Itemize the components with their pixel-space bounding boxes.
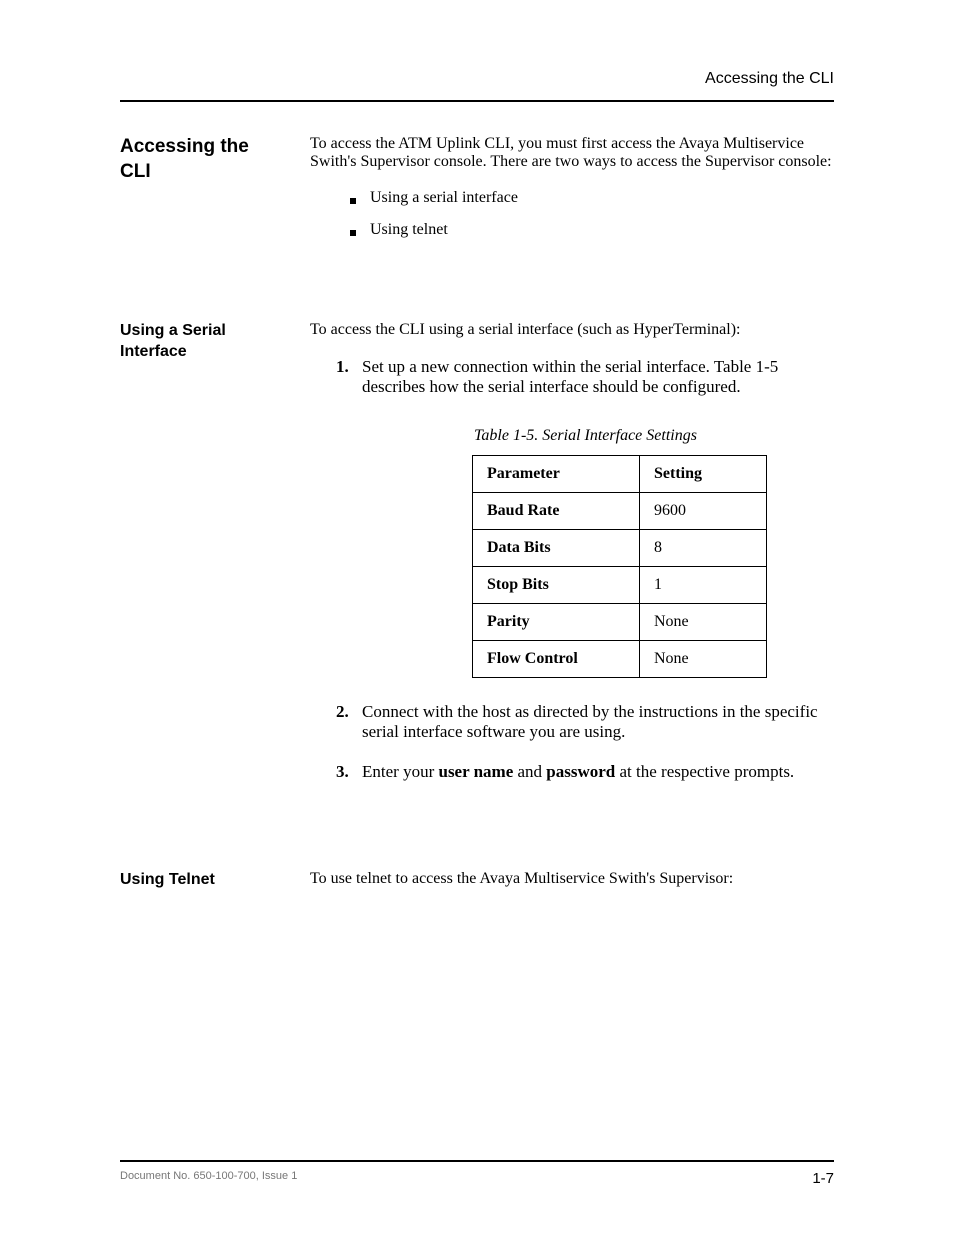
- step-text-part: at the respective prompts.: [615, 762, 794, 781]
- section-heading: Accessing the CLI: [120, 135, 280, 184]
- page-number: 1-7: [812, 1170, 834, 1187]
- section-serial-interface: Using a Serial Interface To access the C…: [120, 321, 834, 802]
- section-intro: To use telnet to access the Avaya Multis…: [310, 870, 834, 888]
- param-value: 9600: [640, 493, 767, 530]
- steps-list: Set up a new connection within the seria…: [310, 357, 834, 782]
- section-heading: Using a Serial Interface: [120, 321, 280, 363]
- step-text: Connect with the host as directed by the…: [362, 702, 818, 741]
- col-header-parameter: Parameter: [473, 456, 640, 493]
- access-methods-list: Using a serial interface Using telnet: [310, 189, 834, 239]
- table-header-row: Parameter Setting: [473, 456, 767, 493]
- section-accessing-cli: Accessing the CLI To access the ATM Upli…: [120, 135, 834, 253]
- param-name: Data Bits: [473, 530, 640, 567]
- table-row: Baud Rate 9600: [473, 493, 767, 530]
- list-item: Using a serial interface: [350, 189, 834, 207]
- header-rule: [120, 100, 834, 102]
- param-value: None: [640, 604, 767, 641]
- footer-rule: [120, 1160, 834, 1162]
- section-heading: Using Telnet: [120, 870, 280, 891]
- param-value: None: [640, 641, 767, 678]
- table-caption: Table 1-5. Serial Interface Settings: [474, 427, 834, 445]
- footer-doc-id: Document No. 650-100-700, Issue 1: [120, 1170, 297, 1182]
- step-item: Connect with the host as directed by the…: [336, 702, 834, 742]
- col-header-setting: Setting: [640, 456, 767, 493]
- section-intro: To access the CLI using a serial interfa…: [310, 321, 834, 339]
- table-row: Stop Bits 1: [473, 567, 767, 604]
- step-bold-password: password: [546, 762, 615, 781]
- param-name: Flow Control: [473, 641, 640, 678]
- step-text-part: Enter your: [362, 762, 438, 781]
- step-text: Set up a new connection within the seria…: [362, 357, 778, 396]
- param-value: 8: [640, 530, 767, 567]
- table-row: Flow Control None: [473, 641, 767, 678]
- step-item: Enter your user name and password at the…: [336, 762, 834, 782]
- section-intro: To access the ATM Uplink CLI, you must f…: [310, 135, 834, 171]
- table-row: Parity None: [473, 604, 767, 641]
- serial-settings-table: Parameter Setting Baud Rate 9600 Data Bi…: [472, 455, 767, 678]
- step-bold-username: user name: [438, 762, 513, 781]
- content-area: Accessing the CLI To access the ATM Upli…: [120, 135, 834, 891]
- param-name: Stop Bits: [473, 567, 640, 604]
- running-head: Accessing the CLI: [705, 70, 834, 88]
- step-text-part: and: [513, 762, 546, 781]
- table-wrap: Table 1-5. Serial Interface Settings Par…: [472, 427, 834, 678]
- param-name: Parity: [473, 604, 640, 641]
- section-telnet: Using Telnet To use telnet to access the…: [120, 870, 834, 891]
- document-page: Accessing the CLI Accessing the CLI To a…: [0, 0, 954, 1235]
- step-item: Set up a new connection within the seria…: [336, 357, 834, 678]
- param-name: Baud Rate: [473, 493, 640, 530]
- list-item: Using telnet: [350, 221, 834, 239]
- param-value: 1: [640, 567, 767, 604]
- table-row: Data Bits 8: [473, 530, 767, 567]
